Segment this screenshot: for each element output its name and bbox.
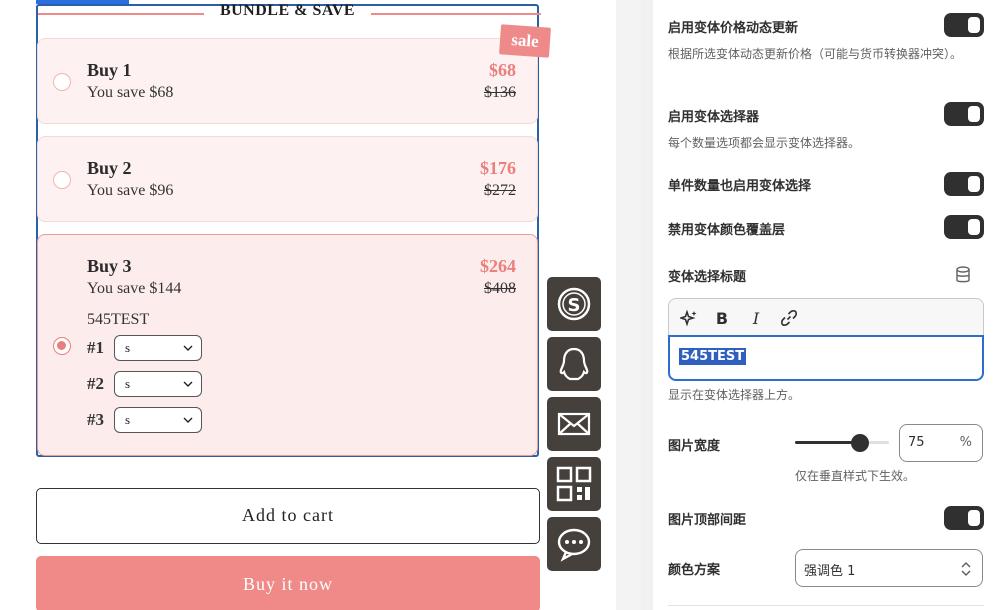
option-title: Buy 2 xyxy=(87,158,132,178)
color-scheme-value: 强调色 1 xyxy=(804,564,856,579)
image-width-value: 75 xyxy=(908,435,925,450)
panel-divider xyxy=(641,0,653,610)
dynamic-price-label: 启用变体价格动态更新 xyxy=(668,21,799,36)
section-divider xyxy=(668,605,984,606)
image-width-label: 图片宽度 xyxy=(668,439,721,454)
editor-selected-text[interactable]: 545TEST xyxy=(679,348,747,365)
magic-sparkle-icon[interactable] xyxy=(678,307,700,329)
option-title: Buy 1 xyxy=(87,60,132,80)
option-savings: You save $96 xyxy=(87,182,174,199)
product-preview: BUNDLE & SAVE Buy 1 You save $68 $68 $13… xyxy=(0,0,616,610)
single-qty-picker-label: 单件数量也启用变体选择 xyxy=(668,179,812,194)
bundle-option-1[interactable]: Buy 1 You save $68 $68 $136 xyxy=(37,38,538,124)
picker-title-editor: B I 545TEST xyxy=(668,298,984,382)
option-price: $176 xyxy=(480,158,516,178)
option-compare-price: $136 xyxy=(484,84,516,101)
variant-select[interactable]: s xyxy=(114,371,202,397)
bundle-title-rule-right xyxy=(371,13,541,15)
sale-badge: sale xyxy=(499,24,551,58)
image-width-input[interactable]: 75 % xyxy=(899,424,983,462)
settings-panel: 启用变体价格动态更新 根据所选变体动态更新价格（可能与货币转换器冲突）。 启用变… xyxy=(653,0,995,610)
variant-picker-label: 启用变体选择器 xyxy=(668,110,760,125)
chat-bubble-icon[interactable] xyxy=(547,517,601,571)
disable-color-overlay-label: 禁用变体颜色覆盖层 xyxy=(668,223,786,238)
option-price: $68 xyxy=(489,60,516,80)
variant-select-value: s xyxy=(125,412,131,427)
bundle-option-2[interactable]: Buy 2 You save $96 $176 $272 xyxy=(37,136,538,222)
editor-toolbar: B I xyxy=(668,298,984,336)
option-radio[interactable] xyxy=(53,171,71,189)
single-qty-picker-toggle[interactable] xyxy=(944,172,984,196)
variant-picker-help: 每个数量选项都会显示变体选择器。 xyxy=(668,136,861,150)
option-title: Buy 3 xyxy=(87,256,132,276)
buy-it-now-button[interactable]: Buy it now xyxy=(36,556,540,610)
qq-penguin-icon[interactable] xyxy=(547,337,601,391)
variant-picker-toggle[interactable] xyxy=(944,102,984,126)
editor-input[interactable]: 545TEST xyxy=(668,335,984,381)
picker-title-label: 变体选择标题 xyxy=(668,270,747,285)
image-top-spacing-toggle[interactable] xyxy=(944,506,984,530)
bundle-title-rule-left xyxy=(38,13,204,15)
option-radio-selected[interactable] xyxy=(53,337,71,355)
mail-icon[interactable] xyxy=(547,397,601,451)
chevron-down-icon xyxy=(183,345,193,351)
color-scheme-label: 颜色方案 xyxy=(668,563,721,578)
dynamic-source-icon[interactable] xyxy=(955,266,971,284)
chevron-down-icon xyxy=(183,417,193,423)
image-width-unit: % xyxy=(959,435,972,450)
option-radio[interactable] xyxy=(53,73,71,91)
variant-select-value: s xyxy=(125,340,131,355)
dynamic-price-help: 根据所选变体动态更新价格（可能与货币转换器冲突）。 xyxy=(668,47,963,61)
variant-select[interactable]: s xyxy=(114,335,202,361)
option-price: $264 xyxy=(480,256,516,276)
bundle-title: BUNDLE & SAVE xyxy=(219,2,356,19)
image-top-spacing-label: 图片顶部间距 xyxy=(668,513,747,528)
variant-picker-title: 545TEST xyxy=(87,311,150,328)
picker-title-help: 显示在变体选择器上方。 xyxy=(668,388,801,402)
chevron-down-icon xyxy=(183,381,193,387)
option-savings: You save $144 xyxy=(87,280,182,297)
add-to-cart-button[interactable]: Add to cart xyxy=(36,488,540,544)
variant-number: #2 xyxy=(87,374,104,393)
bold-icon[interactable]: B xyxy=(711,307,733,329)
image-width-help: 仅在垂直样式下生效。 xyxy=(795,469,916,483)
option-savings: You save $68 xyxy=(87,84,174,101)
dynamic-price-toggle[interactable] xyxy=(944,13,984,37)
disable-color-overlay-toggle[interactable] xyxy=(944,215,984,239)
link-icon[interactable] xyxy=(778,307,800,329)
skype-icon[interactable]: S xyxy=(547,277,601,331)
variant-number: #3 xyxy=(87,410,104,429)
variant-select[interactable]: s xyxy=(114,407,202,433)
qr-code-icon[interactable] xyxy=(547,457,601,511)
variant-number: #1 xyxy=(87,338,104,357)
option-compare-price: $408 xyxy=(484,280,516,297)
italic-icon[interactable]: I xyxy=(745,307,767,329)
color-scheme-select[interactable]: 强调色 1 xyxy=(795,549,983,587)
select-updown-icon xyxy=(961,561,971,577)
image-width-slider-handle[interactable] xyxy=(851,434,869,452)
option-compare-price: $272 xyxy=(484,182,516,199)
svg-text:S: S xyxy=(568,295,581,316)
bundle-option-3[interactable]: Buy 3 You save $144 $264 $408 545TEST #1… xyxy=(37,234,538,456)
variant-select-value: s xyxy=(125,376,131,391)
